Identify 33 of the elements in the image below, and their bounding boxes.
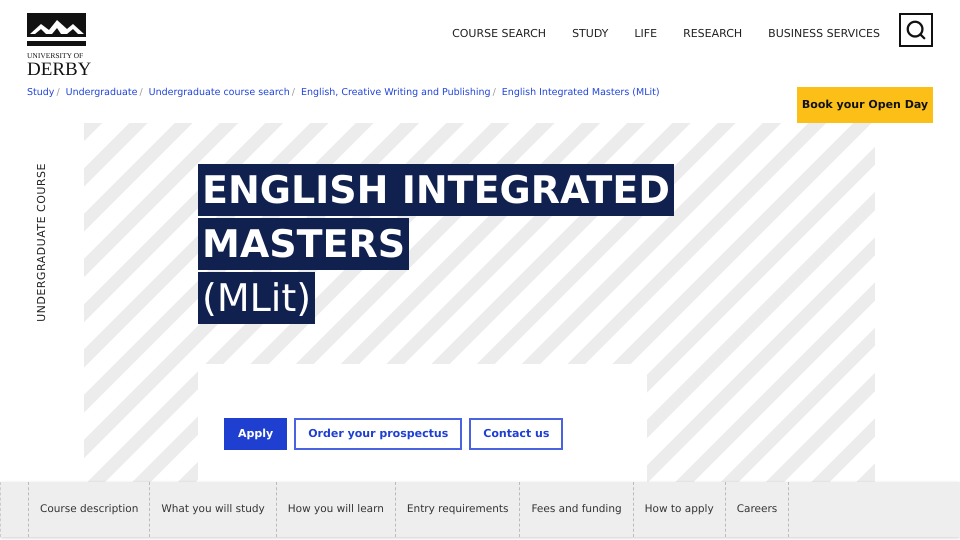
nav-link[interactable]: BUSINESS SERVICES: [768, 26, 880, 42]
action-button[interactable]: Order your prospectus: [294, 418, 462, 450]
breadcrumb-separator: /: [56, 86, 60, 100]
action-button[interactable]: Apply: [224, 418, 288, 450]
breadcrumb-separator: /: [492, 86, 496, 100]
nav-link[interactable]: COURSE SEARCH: [452, 26, 546, 42]
section-tab[interactable]: Careers: [724, 482, 790, 537]
breadcrumb-separator: /: [292, 86, 295, 100]
nav-link[interactable]: STUDY: [572, 26, 608, 42]
mountain-logo-icon[interactable]: [27, 13, 86, 46]
side-label: UNDERGRADUATE COURSE: [34, 163, 49, 322]
course-title: (MLit): [198, 272, 316, 324]
course-title: MASTERS: [198, 218, 410, 270]
section-tab[interactable]: How to apply: [632, 482, 725, 537]
breadcrumb-link[interactable]: English, Creative Writing and Publishing: [301, 86, 491, 100]
section-tab[interactable]: How you will learn: [276, 482, 395, 537]
breadcrumb-separator: /: [139, 86, 143, 100]
course-title: ENGLISH INTEGRATED: [198, 164, 674, 216]
breadcrumb-link[interactable]: Undergraduate course search: [148, 86, 290, 100]
logo-text: DERBY: [27, 60, 92, 78]
nav-link[interactable]: RESEARCH: [683, 26, 742, 42]
nav-link[interactable]: LIFE: [634, 26, 658, 42]
action-button[interactable]: Contact us: [469, 418, 564, 450]
breadcrumb-link[interactable]: English Integrated Masters (MLit): [502, 86, 660, 100]
section-tab[interactable]: Fees and funding: [519, 482, 633, 537]
breadcrumb-link[interactable]: Study: [27, 86, 54, 100]
search-button[interactable]: [899, 13, 933, 47]
section-tab[interactable]: Course description: [28, 482, 150, 537]
search-icon: [905, 19, 927, 41]
section-tab[interactable]: What you will study: [149, 482, 276, 537]
breadcrumb-link[interactable]: Undergraduate: [66, 86, 138, 100]
open-day-button[interactable]: Book your Open Day: [797, 87, 933, 123]
section-tab[interactable]: Entry requirements: [394, 482, 520, 537]
